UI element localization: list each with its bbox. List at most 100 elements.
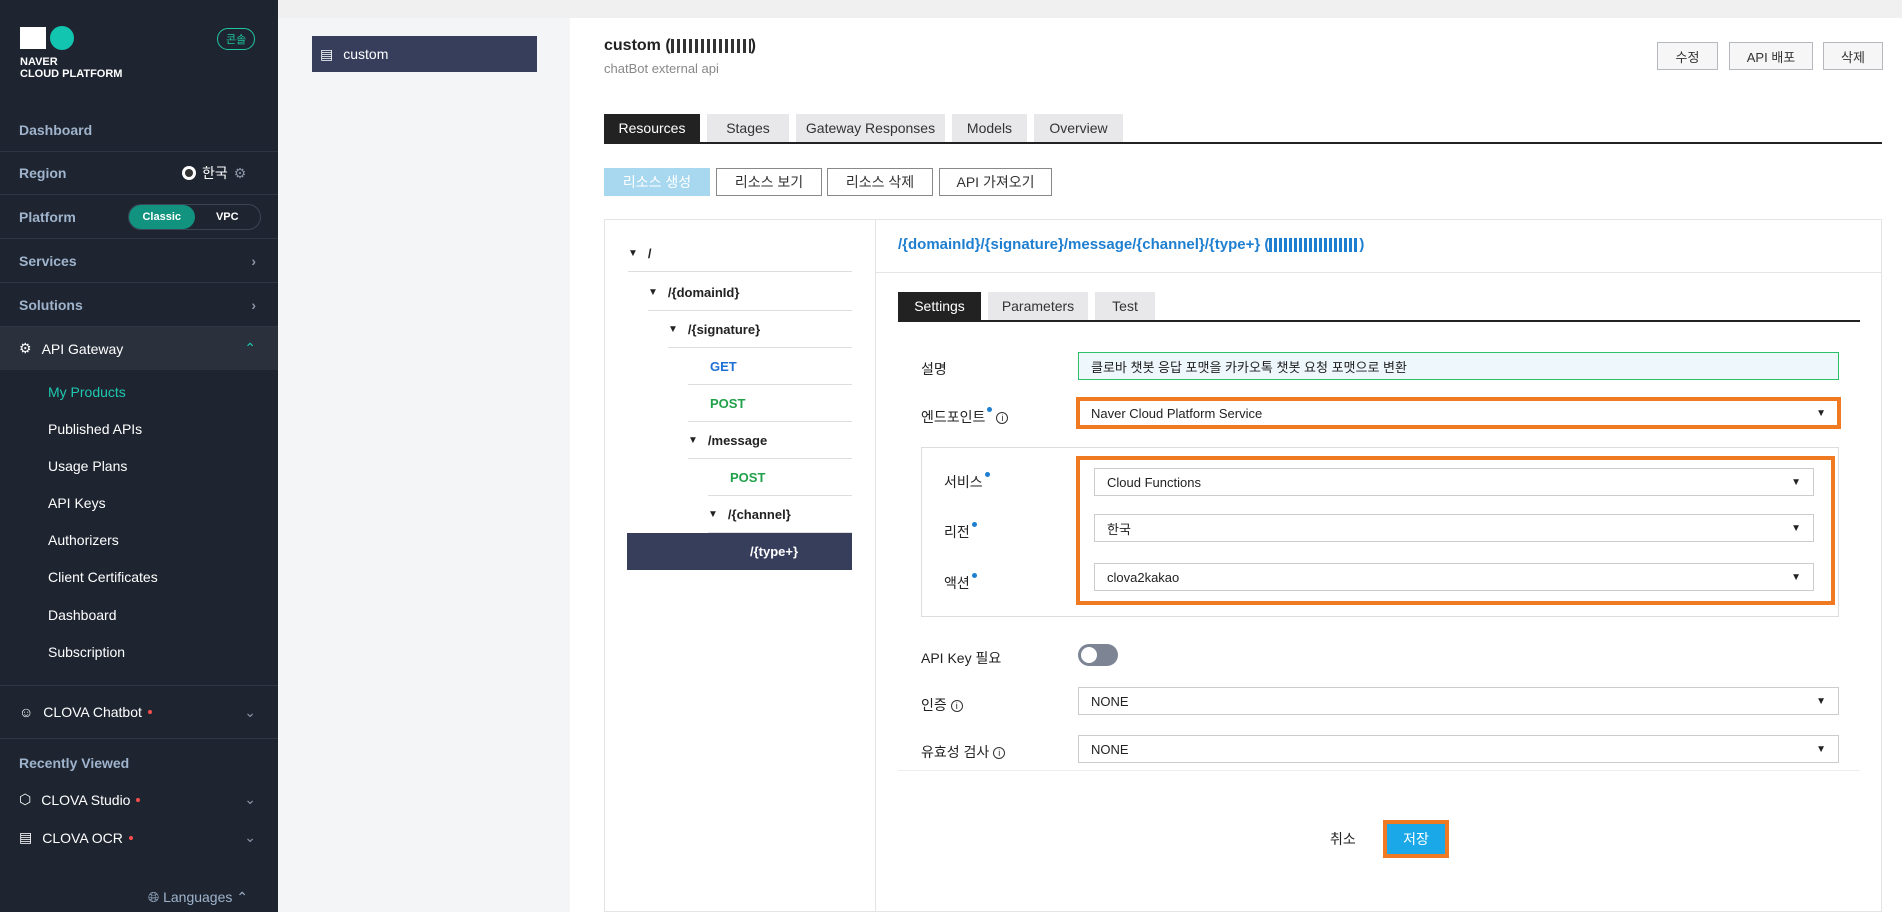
sidebar-api-gateway[interactable]: ⚙ API Gateway ⌃ <box>0 327 278 370</box>
platform-vpc[interactable]: VPC <box>195 205 261 229</box>
recently-viewed-label: Recently Viewed <box>19 754 130 771</box>
chatbot-icon: ☺ <box>19 704 34 720</box>
tab-stages[interactable]: Stages <box>707 114 789 142</box>
tab-parameters[interactable]: Parameters <box>988 292 1088 320</box>
product-name: custom <box>343 46 389 62</box>
required-dot <box>971 573 977 578</box>
import-api-button[interactable]: API 가져오기 <box>939 168 1052 196</box>
create-resource-button[interactable]: 리소스 생성 <box>604 168 710 196</box>
sidebar-dashboard[interactable]: Dashboard <box>0 109 278 152</box>
globe-icon: 🌐︎ <box>148 889 160 905</box>
sidebar-clova-studio[interactable]: ⬡ CLOVA Studio ⌄ <box>0 778 278 821</box>
page-subtitle: chatBot external api <box>604 61 719 76</box>
cancel-button[interactable]: 취소 <box>1330 829 1356 849</box>
tree-node-root[interactable]: ▼ / <box>628 236 852 272</box>
sidebar-item-subscription[interactable]: Subscription <box>48 644 125 660</box>
product-item-custom[interactable]: ▤ custom <box>312 36 537 72</box>
highlight-endpoint <box>1076 397 1841 429</box>
caret-down-icon: ▼ <box>1816 743 1826 755</box>
description-label: 설명 <box>921 361 947 377</box>
top-strip <box>278 0 1902 18</box>
korea-flag-icon <box>182 166 196 180</box>
chevron-down-icon: ⌄ <box>244 829 256 845</box>
view-resource-button[interactable]: 리소스 보기 <box>716 168 822 196</box>
sidebar-item-published-apis[interactable]: Published APIs <box>48 421 142 437</box>
services-label: Services <box>19 253 77 269</box>
main-tabs: Resources Stages Gateway Responses Model… <box>604 114 1882 144</box>
sidebar-item-my-products[interactable]: My Products <box>48 384 126 400</box>
tab-overview[interactable]: Overview <box>1034 114 1123 142</box>
naver-cloud-logo[interactable]: NAVER CLOUD PLATFORM <box>20 26 140 80</box>
required-dot <box>987 407 993 412</box>
caret-down-icon: ▼ <box>708 509 718 520</box>
validation-select[interactable]: NONE ▼ <box>1078 735 1839 763</box>
sidebar-region[interactable]: Region 한국 ⚙ <box>0 152 278 195</box>
resource-path: /{domainId}/{signature}/message/{channel… <box>898 236 1365 253</box>
tree-node-message[interactable]: ▼/message <box>688 423 852 459</box>
tree-method-get[interactable]: GET <box>688 349 852 385</box>
tab-test[interactable]: Test <box>1095 292 1155 320</box>
chevron-down-icon: ⌄ <box>244 703 256 720</box>
console-badge[interactable]: 콘솔 <box>217 28 256 50</box>
action-label: 액션 <box>944 573 977 593</box>
sidebar-solutions[interactable]: Solutions › <box>0 284 278 327</box>
tree-node-type-selected[interactable]: /{type+} <box>627 533 852 570</box>
edit-button[interactable]: 수정 <box>1657 42 1718 70</box>
info-icon[interactable]: i <box>950 700 963 713</box>
clova-studio-label: CLOVA Studio <box>41 791 131 808</box>
languages-label: Languages <box>163 889 233 905</box>
caret-down-icon: ▼ <box>628 248 638 259</box>
platform-toggle[interactable]: Classic VPC <box>128 204 261 230</box>
divider <box>898 770 1860 771</box>
delete-button[interactable]: 삭제 <box>1823 42 1883 70</box>
platform-classic[interactable]: Classic <box>129 205 195 229</box>
tree-method-post-message[interactable]: POST <box>708 460 852 496</box>
tab-resources[interactable]: Resources <box>604 114 700 142</box>
sidebar-services[interactable]: Services › <box>0 240 278 283</box>
divider <box>876 272 1882 273</box>
chevron-down-icon: ⌄ <box>244 791 256 807</box>
caret-down-icon: ▼ <box>648 287 658 298</box>
region-label: 리전 <box>944 522 977 542</box>
solutions-label: Solutions <box>19 297 83 313</box>
gear-icon[interactable]: ⚙ <box>234 165 247 182</box>
region-selector[interactable]: 한국 ⚙ <box>182 163 246 183</box>
caret-down-icon: ▼ <box>668 324 678 335</box>
auth-label: 인증 i <box>921 695 963 715</box>
sidebar-item-authorizers[interactable]: Authorizers <box>48 532 119 548</box>
info-icon[interactable]: i <box>993 747 1006 760</box>
sidebar: NAVER CLOUD PLATFORM 콘솔 Dashboard Region… <box>0 0 278 912</box>
new-dot <box>147 710 152 714</box>
languages-selector[interactable]: 🌐︎ Languages ⌃ <box>148 889 248 906</box>
chevron-right-icon: › <box>251 297 256 313</box>
auth-select[interactable]: NONE ▼ <box>1078 687 1839 715</box>
sidebar-item-client-certificates[interactable]: Client Certificates <box>48 569 158 585</box>
sidebar-clova-chatbot[interactable]: ☺ CLOVA Chatbot ⌄ <box>0 685 278 739</box>
sidebar-item-usage-plans[interactable]: Usage Plans <box>48 458 127 474</box>
highlight-save <box>1383 820 1449 858</box>
logo-mark <box>20 26 140 50</box>
delete-resource-button[interactable]: 리소스 삭제 <box>827 168 933 196</box>
tree-node-signature[interactable]: ▼/{signature} <box>668 312 852 348</box>
api-gateway-label: API Gateway <box>41 340 124 357</box>
tree-method-post[interactable]: POST <box>688 386 852 422</box>
deploy-api-button[interactable]: API 배포 <box>1729 42 1813 70</box>
highlight-service-config <box>1076 456 1835 605</box>
sidebar-item-dashboard[interactable]: Dashboard <box>48 607 117 623</box>
sidebar-item-api-keys[interactable]: API Keys <box>48 495 106 511</box>
info-icon[interactable]: i <box>996 412 1009 425</box>
tab-gateway-responses[interactable]: Gateway Responses <box>796 114 945 142</box>
description-input[interactable]: 클로바 챗봇 응답 포맷을 카카오톡 챗봇 요청 포맷으로 변환 <box>1078 352 1839 380</box>
region-value: 한국 <box>202 165 228 181</box>
logo-line2: CLOUD PLATFORM <box>20 68 123 80</box>
tree-node-domainid[interactable]: ▼/{domainId} <box>648 275 852 311</box>
tab-settings[interactable]: Settings <box>898 292 981 320</box>
tree-node-channel[interactable]: ▼/{channel} <box>708 497 852 533</box>
logo-line1: NAVER <box>20 56 58 68</box>
api-gateway-icon: ⚙ <box>19 340 32 356</box>
caret-down-icon: ▼ <box>688 435 698 446</box>
tab-models[interactable]: Models <box>952 114 1027 142</box>
api-key-toggle[interactable] <box>1078 644 1118 666</box>
service-label: 서비스 <box>944 472 990 492</box>
sidebar-clova-ocr[interactable]: ▤ CLOVA OCR ⌄ <box>0 816 278 859</box>
